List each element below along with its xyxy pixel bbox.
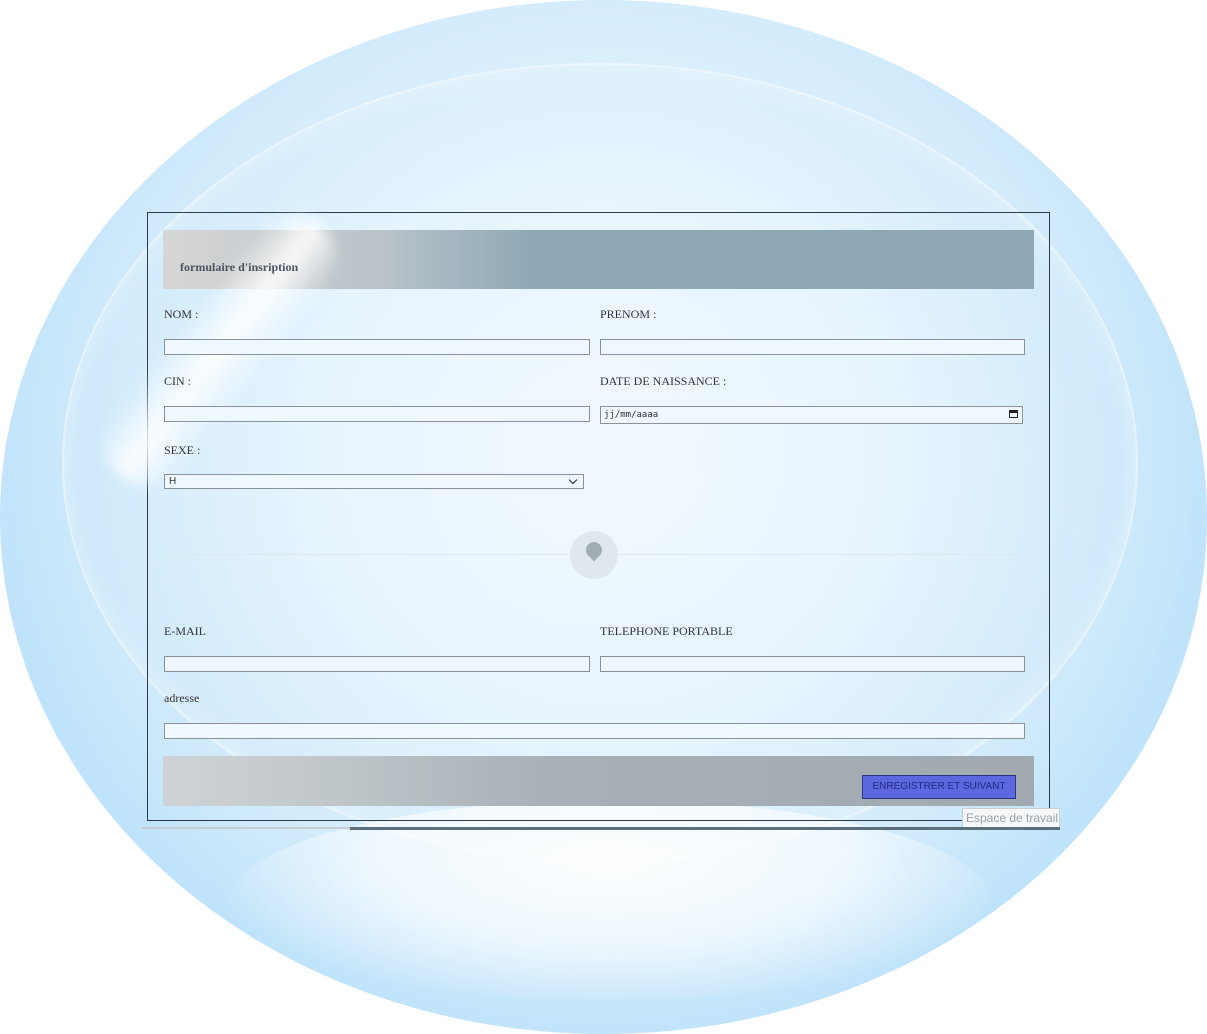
form-title: formulaire d'insription xyxy=(180,260,299,274)
date-input[interactable]: jj/mm/aaaa xyxy=(600,406,1023,424)
date-placeholder: jj/mm/aaaa xyxy=(604,410,659,420)
date-label: DATE DE NAISSANCE : xyxy=(600,374,727,388)
workspace-tooltip: Espace de travail \ xyxy=(962,808,1060,828)
chevron-down-icon xyxy=(568,475,578,485)
prenom-input[interactable] xyxy=(600,339,1025,355)
prenom-label: PRENOM : xyxy=(600,307,657,321)
nom-label: NOM : xyxy=(164,307,199,321)
email-label: E-MAIL xyxy=(164,624,206,638)
submit-button[interactable]: ENREGISTRER ET SUIVANT xyxy=(862,775,1016,799)
nom-input[interactable] xyxy=(164,339,590,355)
sexe-label: SEXE : xyxy=(164,443,201,457)
cin-input[interactable] xyxy=(164,406,590,422)
email-input[interactable] xyxy=(164,656,590,672)
bubble-highlight xyxy=(230,800,990,1000)
horizontal-scrollbar-thumb[interactable] xyxy=(350,827,1060,830)
telephone-input[interactable] xyxy=(600,656,1025,672)
adresse-input[interactable] xyxy=(164,723,1025,739)
calendar-icon[interactable] xyxy=(1009,410,1018,418)
telephone-label: TELEPHONE PORTABLE xyxy=(600,624,733,638)
sexe-value: H xyxy=(169,476,177,487)
sexe-select[interactable]: H xyxy=(164,474,584,489)
adresse-label: adresse xyxy=(164,691,200,705)
cin-label: CIN : xyxy=(164,374,191,388)
